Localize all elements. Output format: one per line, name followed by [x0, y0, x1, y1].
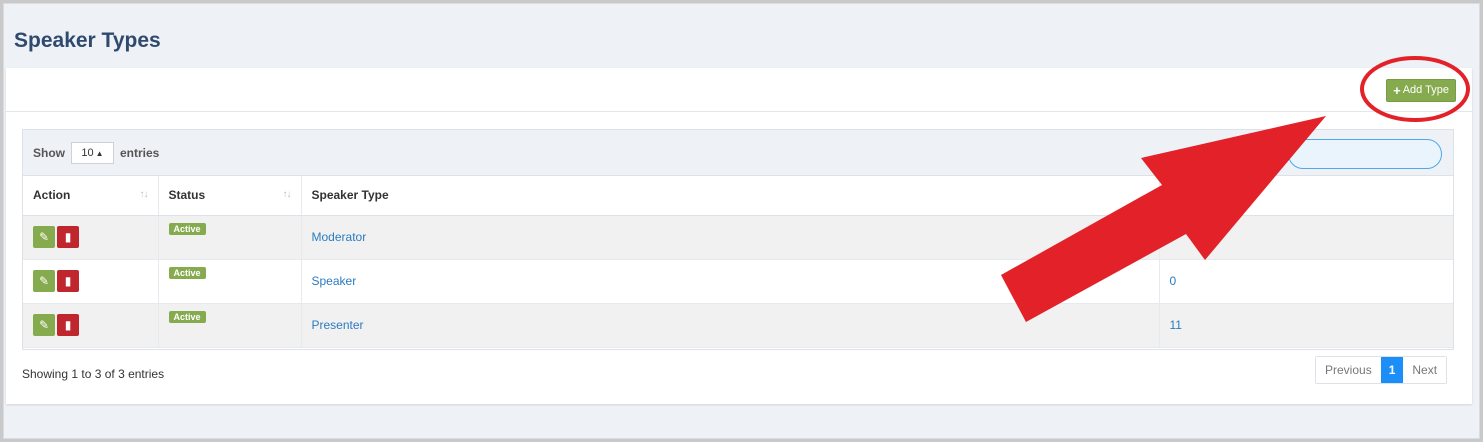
count-link[interactable]: 0 — [1170, 274, 1177, 288]
trash-icon[interactable]: ▮ — [57, 314, 79, 336]
count-cell: 11 — [1158, 303, 1453, 348]
content-panel: + Add Type Show 10 ▲︎ entries Action ↑↓ — [6, 68, 1472, 404]
status-cell: Active — [157, 259, 301, 304]
speaker-type-link[interactable]: Speaker — [312, 274, 357, 288]
count-cell: 0 — [1158, 259, 1453, 304]
data-table-wrapper: Show 10 ▲︎ entries Action ↑↓ Status ↑↓ S… — [22, 129, 1454, 350]
status-badge: Active — [168, 223, 206, 235]
page-1-button[interactable]: 1 — [1380, 357, 1404, 383]
page-length-control: Show 10 ▲︎ entries — [33, 142, 159, 164]
previous-page-button[interactable]: Previous — [1316, 357, 1381, 383]
speaker-types-table: Action ↑↓ Status ↑↓ Speaker Type ✎ ▮ Act… — [23, 176, 1453, 348]
table-info: Showing 1 to 3 of 3 entries — [22, 367, 165, 381]
action-cell: ✎ ▮ — [23, 303, 158, 348]
action-cell: ✎ ▮ — [23, 259, 158, 304]
edit-icon[interactable]: ✎ — [33, 226, 55, 248]
select-arrows-icon: ▲︎ — [95, 148, 104, 158]
edit-icon[interactable]: ✎ — [33, 270, 55, 292]
status-badge: Active — [168, 267, 206, 279]
edit-icon[interactable]: ✎ — [33, 314, 55, 336]
column-label: Action — [33, 188, 71, 203]
show-label: Show — [33, 146, 65, 160]
speaker-type-cell: Speaker — [300, 259, 1159, 304]
page-title: Speaker Types — [14, 29, 161, 52]
panel-toolbar: + Add Type — [6, 68, 1472, 112]
sort-icon: ↑↓ — [282, 189, 292, 200]
plus-icon: + — [1393, 83, 1401, 98]
column-header-count[interactable] — [1158, 176, 1453, 216]
trash-icon[interactable]: ▮ — [57, 226, 79, 248]
status-cell: Active — [157, 303, 301, 348]
search-input[interactable] — [1288, 139, 1442, 169]
table-row: ✎ ▮ Active Presenter 11 — [23, 303, 1453, 348]
status-cell: Active — [157, 215, 301, 260]
table-controls: Show 10 ▲︎ entries — [23, 130, 1453, 176]
action-cell: ✎ ▮ — [23, 215, 158, 260]
column-label: Speaker Type — [311, 188, 389, 203]
column-header-action[interactable]: Action ↑↓ — [23, 176, 158, 216]
page-length-value: 10 — [81, 147, 94, 159]
count-link[interactable]: 11 — [1170, 318, 1182, 332]
count-cell — [1158, 215, 1453, 260]
table-header-row: Action ↑↓ Status ↑↓ Speaker Type — [23, 176, 1453, 216]
speaker-type-link[interactable]: Presenter — [312, 318, 364, 332]
add-type-label: Add Type — [1402, 84, 1449, 96]
page-length-select[interactable]: 10 ▲︎ — [71, 142, 114, 164]
entries-label: entries — [120, 146, 160, 160]
column-header-status[interactable]: Status ↑↓ — [157, 176, 301, 216]
pagination: Previous 1 Next — [1315, 356, 1448, 384]
trash-icon[interactable]: ▮ — [57, 270, 79, 292]
table-row: ✎ ▮ Active Speaker 0 — [23, 259, 1453, 304]
speaker-type-cell: Moderator — [300, 215, 1159, 260]
speaker-type-link[interactable]: Moderator — [312, 230, 367, 244]
column-label: Status — [168, 188, 206, 203]
next-page-button[interactable]: Next — [1403, 357, 1447, 383]
status-badge: Active — [168, 311, 206, 323]
add-type-button[interactable]: + Add Type — [1386, 79, 1456, 102]
speaker-type-cell: Presenter — [300, 303, 1159, 348]
column-header-speaker-type[interactable]: Speaker Type — [300, 176, 1159, 216]
table-row: ✎ ▮ Active Moderator — [23, 215, 1453, 260]
sort-icon: ↑↓ — [139, 189, 149, 200]
